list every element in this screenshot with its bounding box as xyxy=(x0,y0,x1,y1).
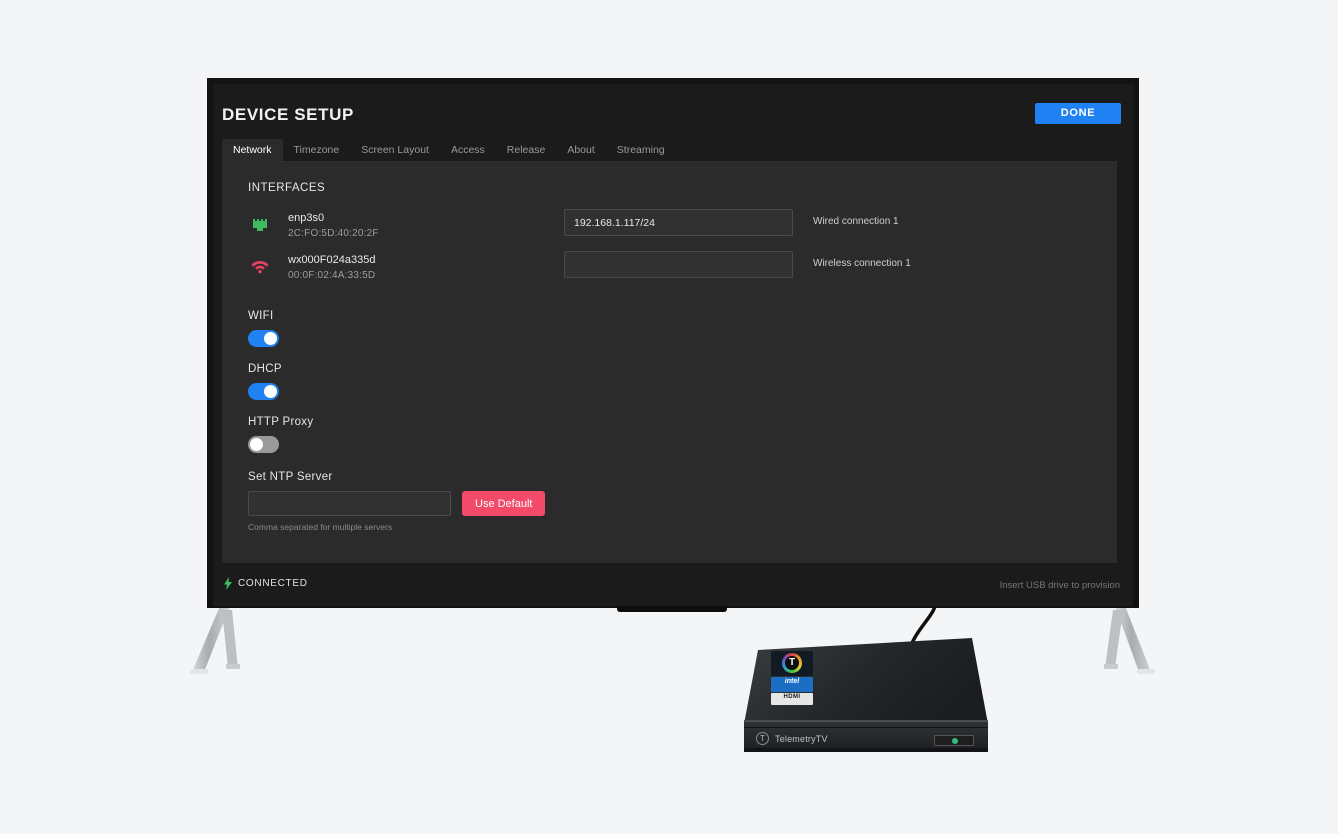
telemetrytv-logo-letter: T xyxy=(788,657,796,668)
tv-leg-right xyxy=(1085,606,1155,678)
toggle-knob xyxy=(264,332,277,345)
ntp-hint: Comma separated for multiple servers xyxy=(248,522,393,532)
toggle-label: HTTP Proxy xyxy=(248,416,314,428)
toggle-group-http-proxy: HTTP Proxy xyxy=(248,416,1091,453)
wifi-toggle[interactable] xyxy=(248,330,279,347)
ethernet-icon xyxy=(250,215,270,233)
app-header: DEVICE SETUP DONE xyxy=(213,84,1133,142)
toggle-group-dhcp: DHCP xyxy=(248,363,1091,400)
connection-status: CONNECTED xyxy=(224,577,308,590)
scene: DEVICE SETUP DONE Network Timezone Screen … xyxy=(0,0,1338,834)
tv-leg-left xyxy=(190,606,260,678)
interface-connection-label: Wired connection 1 xyxy=(813,216,899,227)
use-default-button[interactable]: Use Default xyxy=(462,491,546,516)
tab-access[interactable]: Access xyxy=(440,139,496,161)
device-setup-ui: DEVICE SETUP DONE Network Timezone Screen … xyxy=(213,84,1133,606)
ntp-server-input[interactable] xyxy=(248,491,451,516)
interface-mac: 2C:FO:5D:40:20:2F xyxy=(288,228,379,239)
toggle-knob xyxy=(264,385,277,398)
interface-name: wx000F024a335d xyxy=(288,254,376,266)
interfaces-list: enp3s0 2C:FO:5D:40:20:2F Wired connectio… xyxy=(248,209,1091,294)
table-row: enp3s0 2C:FO:5D:40:20:2F Wired connectio… xyxy=(248,209,1091,252)
media-player-device: T intel HDMI T TelemetryTV xyxy=(740,632,990,757)
tab-streaming[interactable]: Streaming xyxy=(606,139,676,161)
power-button[interactable] xyxy=(934,735,974,746)
brand-logo-icon: T xyxy=(756,732,769,745)
status-bar: CONNECTED Insert USB drive to provision xyxy=(213,564,1133,606)
dhcp-toggle[interactable] xyxy=(248,383,279,400)
tab-bar: Network Timezone Screen Layout Access Releas… xyxy=(222,139,1117,162)
interfaces-section-title: INTERFACES xyxy=(248,182,326,194)
hdmi-sticker: HDMI xyxy=(771,693,813,705)
hdmi-sticker-text: HDMI xyxy=(783,694,801,700)
provision-hint: Insert USB drive to provision xyxy=(999,580,1120,591)
page-title: DEVICE SETUP xyxy=(222,105,354,124)
toggles-list: WIFI DHCP HTTP Proxy xyxy=(248,310,1091,453)
power-led-icon xyxy=(952,738,958,744)
toggle-label: WIFI xyxy=(248,310,274,322)
tab-network[interactable]: Network xyxy=(222,139,283,161)
toggle-label: DHCP xyxy=(248,363,282,375)
wifi-icon xyxy=(250,257,270,275)
device-brand: T TelemetryTV xyxy=(756,732,828,745)
tab-release[interactable]: Release xyxy=(496,139,557,161)
status-text: CONNECTED xyxy=(238,578,308,589)
device-stickers: T intel HDMI xyxy=(771,651,813,707)
ntp-row: Use Default xyxy=(248,491,1091,516)
toggle-knob xyxy=(250,438,263,451)
ntp-server-group: Set NTP Server Use Default Comma separat… xyxy=(248,471,1091,532)
toggle-group-wifi: WIFI xyxy=(248,310,1091,347)
http-proxy-toggle[interactable] xyxy=(248,436,279,453)
intel-sticker: intel xyxy=(771,677,813,692)
interface-address-input[interactable] xyxy=(564,209,793,236)
table-row: wx000F024a335d 00:0F:02:4A:33:5D Wireles… xyxy=(248,251,1091,294)
interface-mac: 00:0F:02:4A:33:5D xyxy=(288,270,376,281)
brand-name: TelemetryTV xyxy=(775,733,828,744)
network-panel: INTERFACES enp3s0 2C:FO:5D:40:20:2F 192.… xyxy=(222,162,1117,563)
tab-screen-layout[interactable]: Screen Layout xyxy=(350,139,440,161)
interface-address-input[interactable] xyxy=(564,251,793,278)
interface-connection-label: Wireless connection 1 xyxy=(813,258,911,269)
done-button[interactable]: DONE xyxy=(1035,103,1121,124)
interface-name: enp3s0 xyxy=(288,212,325,224)
tab-about[interactable]: About xyxy=(556,139,605,161)
ntp-label: Set NTP Server xyxy=(248,471,333,483)
telemetrytv-sticker: T xyxy=(771,651,813,676)
tv-screen: DEVICE SETUP DONE Network Timezone Screen … xyxy=(213,84,1133,606)
intel-sticker-text: intel xyxy=(784,678,800,685)
lightning-bolt-icon xyxy=(224,577,232,590)
tab-timezone[interactable]: Timezone xyxy=(283,139,351,161)
